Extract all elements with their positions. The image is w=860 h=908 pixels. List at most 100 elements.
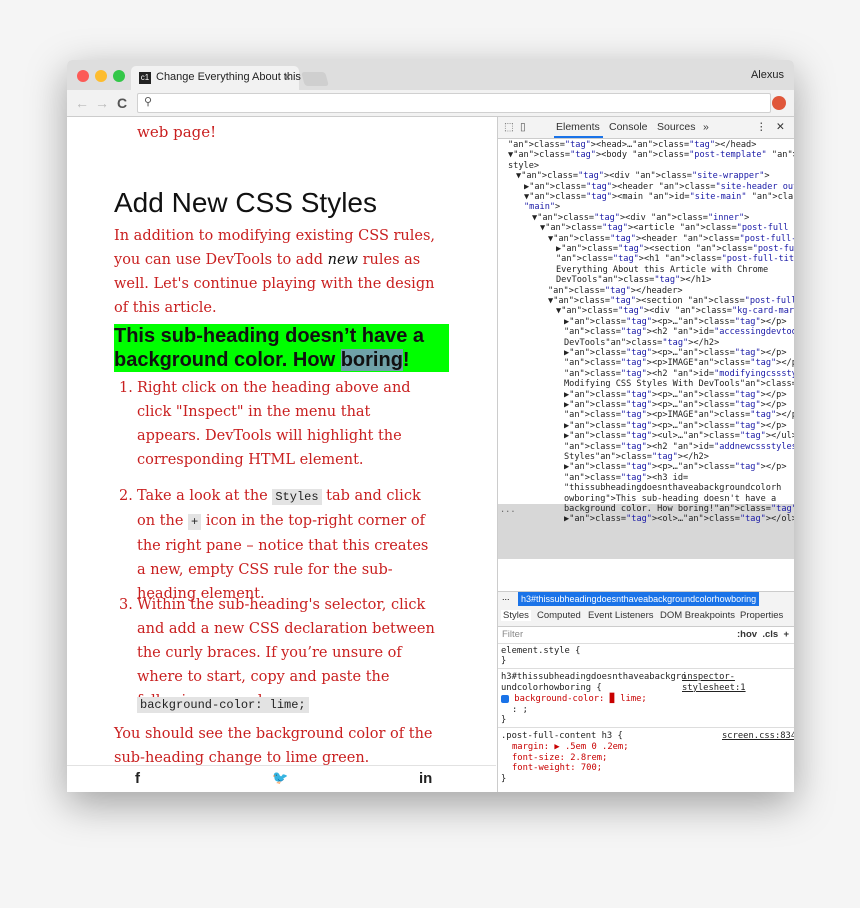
rule-selector: .post-full-content h3 { xyxy=(501,731,623,741)
filter-tools[interactable]: :hov .cls + xyxy=(737,629,789,640)
style-declaration-empty[interactable]: : ; xyxy=(512,705,528,716)
title-bar: c1 Change Everything About this × Alexus xyxy=(67,60,794,90)
dom-node-line[interactable]: DevTools"an">class="tag"></h1> xyxy=(556,275,711,285)
dom-node-line[interactable]: ▼"an">class="tag"><div "an">class="kg-ca… xyxy=(556,306,794,316)
rule-source-link[interactable]: inspector-stylesheet:1 xyxy=(682,672,794,693)
dom-node-line[interactable]: "an">class="tag"><head>…"an">class="tag"… xyxy=(508,140,756,150)
dom-node-line[interactable]: "main"> xyxy=(524,202,560,212)
dom-node-line[interactable]: "an">class="tag"><p>IMAGE"an">class="tag… xyxy=(564,410,794,420)
linkedin-icon[interactable]: in xyxy=(419,770,432,787)
new-tab-button[interactable] xyxy=(301,72,329,86)
dom-node-line[interactable]: ▶"an">class="tag"><p>…"an">class="tag"><… xyxy=(564,421,787,431)
dom-node-line[interactable]: ▶"an">class="tag"><header "an">class="si… xyxy=(524,182,794,192)
style-declaration[interactable]: margin: ▶ .5em 0 .2em; xyxy=(512,742,629,753)
reload-icon[interactable]: C xyxy=(117,95,127,111)
device-toolbar-icon[interactable]: ▯ xyxy=(520,121,526,133)
tab-elements[interactable]: Elements xyxy=(556,121,600,133)
close-window-button[interactable] xyxy=(77,70,89,82)
devtools-panel: ⬚ ▯ Elements Console Sources » ⋮ ✕ ... "… xyxy=(497,117,794,792)
tab-close-icon[interactable]: × xyxy=(284,70,291,84)
rule-selector: h3#thissubheadingdoesnthaveabackgro xyxy=(501,672,687,682)
dom-node-line[interactable]: "an">class="tag"></header> xyxy=(548,286,683,296)
style-declaration[interactable]: font-weight: 700; xyxy=(512,763,602,774)
style-declaration[interactable]: font-size: 2.8rem; xyxy=(512,753,607,764)
facebook-icon[interactable]: f xyxy=(135,770,140,787)
dom-node-line[interactable]: ▶"an">class="tag"><p>…"an">class="tag"><… xyxy=(564,462,787,472)
browser-window: c1 Change Everything About this × Alexus… xyxy=(67,60,794,792)
rule-close: } xyxy=(501,656,507,666)
search-icon: ⚲ xyxy=(144,96,153,108)
tab-console[interactable]: Console xyxy=(609,121,648,133)
dom-node-line[interactable]: "an">class="tag"><h2 "an">id="modifyingc… xyxy=(564,369,794,379)
intro-paragraph: In addition to modifying existing CSS ru… xyxy=(114,228,436,316)
dom-node-line[interactable]: ▶"an">class="tag"><p>…"an">class="tag"><… xyxy=(564,348,787,358)
tab-event-listeners[interactable]: Event Listeners xyxy=(588,610,653,621)
devtools-close-icon[interactable]: ✕ xyxy=(776,121,785,133)
devtools-menu-icon[interactable]: ⋮ xyxy=(756,121,767,133)
section-heading: Add New CSS Styles xyxy=(114,187,377,218)
dom-node-line[interactable]: background color. How boring!"an">class=… xyxy=(564,504,794,514)
dom-node-line[interactable]: ▼"an">class="tag"><body "an">class="post… xyxy=(508,150,794,160)
social-share-bar: f 🐦 in xyxy=(67,765,496,792)
tab-properties[interactable]: Properties xyxy=(740,610,783,621)
outro-paragraph: You should see the background color of t… xyxy=(114,726,433,766)
checkbox-checked-icon[interactable] xyxy=(501,694,509,703)
breadcrumb-selected-node[interactable]: h3#thissubheadingdoesnthaveabackgroundco… xyxy=(518,592,760,606)
dom-node-line[interactable]: ▶"an">class="tag"><p>…"an">class="tag"><… xyxy=(564,317,787,327)
step-number: 2. xyxy=(119,488,133,504)
dom-node-line[interactable]: ▼"an">class="tag"><article "an">class="p… xyxy=(540,223,794,233)
dom-node-line[interactable]: owboring">This sub-heading doesn't have … xyxy=(564,494,776,504)
dom-node-line[interactable]: Everything About this Article with Chrom… xyxy=(556,265,768,275)
dom-node-line[interactable]: "an">class="tag"><p>IMAGE"an">class="tag… xyxy=(564,358,794,368)
dom-node-line[interactable]: ▶"an">class="tag"><ul>…"an">class="tag">… xyxy=(564,431,794,441)
styles-filter[interactable]: Filter :hov .cls + xyxy=(498,627,794,644)
address-bar[interactable]: ⚲ xyxy=(137,93,771,113)
extension-icon[interactable] xyxy=(772,96,786,110)
dom-node-line[interactable]: ▼"an">class="tag"><main "an">id="site-ma… xyxy=(524,192,794,202)
styles-tabbar: Styles Computed Event Listeners DOM Brea… xyxy=(498,606,794,627)
rule-selector: undcolorhowboring { xyxy=(501,683,602,693)
dom-node-line[interactable]: ▼"an">class="tag"><header "an">class="po… xyxy=(548,234,794,244)
paragraph-fragment: web page! xyxy=(137,123,217,141)
dom-node-line[interactable]: "an">class="tag"><h3 id= xyxy=(564,473,688,483)
dom-node-line[interactable]: Styles"an">class="tag"></h2> xyxy=(564,452,709,462)
back-arrow-icon[interactable]: ← xyxy=(75,95,89,111)
tab-dom-breakpoints[interactable]: DOM Breakpoints xyxy=(660,610,735,621)
dom-node-line[interactable]: ▶"an">class="tag"><p>…"an">class="tag"><… xyxy=(564,400,787,410)
dom-node-line[interactable]: DevTools"an">class="tag"></h2> xyxy=(564,338,719,348)
dom-node-line[interactable]: style> xyxy=(508,161,539,171)
browser-tab[interactable]: c1 Change Everything About this × xyxy=(131,66,301,90)
dom-node-line[interactable]: Modifying CSS Styles With DevTools"an">c… xyxy=(564,379,794,389)
dom-node-line[interactable]: ▶"an">class="tag"><ol>…"an">class="tag">… xyxy=(564,514,794,524)
tab-sources[interactable]: Sources xyxy=(657,121,696,133)
dom-node-line[interactable]: "thissubheadingdoesnthaveabackgroundcolo… xyxy=(564,483,781,493)
dom-node-line[interactable]: ▼"an">class="tag"><div "an">class="inner… xyxy=(532,213,749,223)
filter-input[interactable]: Filter xyxy=(502,629,523,640)
step-text: Right click on the heading above and cli… xyxy=(137,380,411,468)
node-ellipsis[interactable]: ... xyxy=(500,505,516,515)
more-tabs-icon[interactable]: » xyxy=(703,121,709,133)
forward-arrow-icon[interactable]: → xyxy=(95,95,109,111)
maximize-window-button[interactable] xyxy=(113,70,125,82)
tab-styles[interactable]: Styles xyxy=(501,610,531,621)
dom-node-line[interactable]: "an">class="tag"><h2 "an">id="accessingd… xyxy=(564,327,794,337)
step-number: 3. xyxy=(119,597,133,613)
style-declaration[interactable]: background-color: ▉ lime; xyxy=(501,694,647,705)
minimize-window-button[interactable] xyxy=(95,70,107,82)
tab-computed[interactable]: Computed xyxy=(537,610,581,621)
inspect-element-icon[interactable]: ⬚ xyxy=(504,121,514,133)
styles-pane: element.style { } h3#thissubheadingdoesn… xyxy=(498,644,794,792)
dom-node-line[interactable]: ▼"an">class="tag"><section "an">class="p… xyxy=(548,296,794,306)
twitter-icon[interactable]: 🐦 xyxy=(272,770,288,786)
dom-node-line[interactable]: ▶"an">class="tag"><section "an">class="p… xyxy=(556,244,794,254)
active-tab-indicator xyxy=(554,136,603,138)
profile-name[interactable]: Alexus xyxy=(751,69,784,81)
dom-node-line[interactable]: "an">class="tag"><h2 "an">id="addnewcsss… xyxy=(564,442,794,452)
dom-node-line[interactable]: ▼"an">class="tag"><div "an">class="site-… xyxy=(516,171,770,181)
step-text: Take a look at the Styles tab and click … xyxy=(137,488,429,602)
dom-tree: ... "an">class="tag"><head>…"an">class="… xyxy=(498,139,794,589)
article-page: web page! Add New CSS Styles In addition… xyxy=(67,117,496,792)
dom-node-line[interactable]: "an">class="tag"><h1 "an">class="post-fu… xyxy=(556,254,794,264)
dom-node-line[interactable]: ▶"an">class="tag"><p>…"an">class="tag"><… xyxy=(564,390,787,400)
rule-source-link[interactable]: screen.css:834 xyxy=(722,731,794,742)
